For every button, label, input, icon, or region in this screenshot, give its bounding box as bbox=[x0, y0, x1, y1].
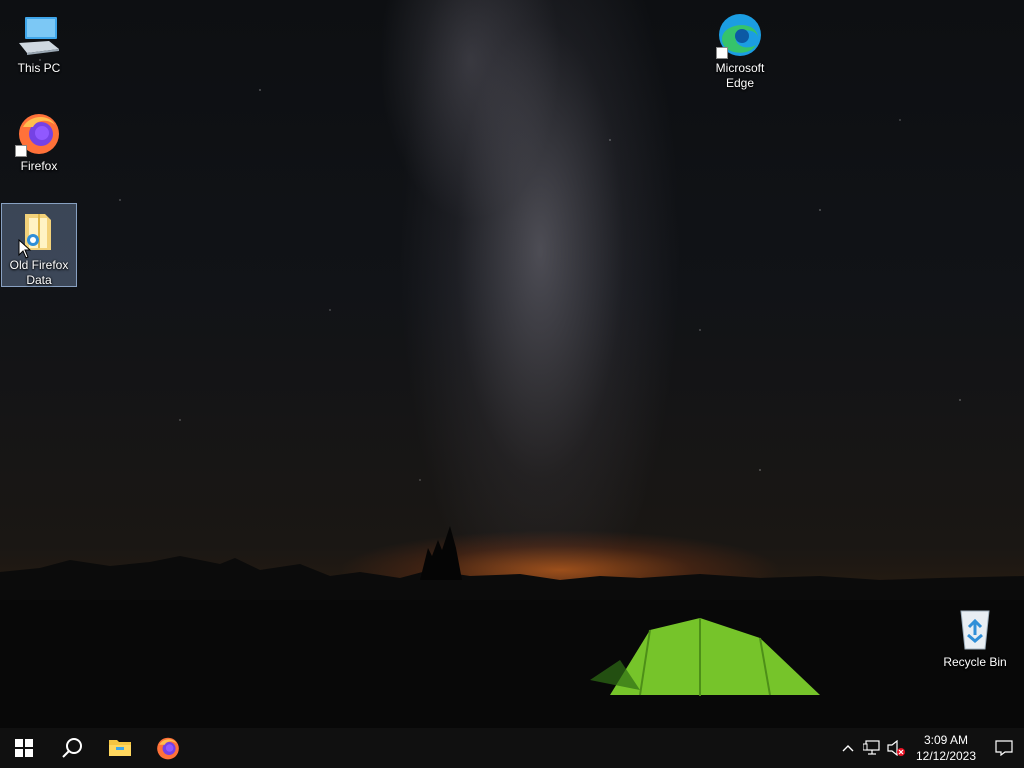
night-sky bbox=[0, 0, 1024, 560]
taskbar-file-explorer[interactable] bbox=[96, 728, 144, 768]
show-hidden-icons-button[interactable] bbox=[836, 728, 860, 768]
chevron-up-icon bbox=[842, 745, 854, 752]
network-icon bbox=[863, 740, 880, 755]
landscape-silhouette bbox=[0, 526, 1024, 728]
clock[interactable]: 3:09 AM 12/12/2023 bbox=[908, 732, 984, 764]
desktop-icon-label: Recycle Bin bbox=[943, 655, 1007, 669]
taskbar-firefox[interactable] bbox=[144, 728, 192, 768]
action-center-button[interactable] bbox=[984, 728, 1024, 768]
desktop-icon-recycle-bin[interactable]: Recycle Bin bbox=[937, 600, 1013, 671]
volume-muted-icon bbox=[887, 740, 905, 756]
edge-icon bbox=[716, 11, 764, 59]
network-button[interactable] bbox=[860, 728, 884, 768]
action-center-icon bbox=[995, 740, 1013, 756]
shortcut-arrow-icon bbox=[716, 47, 728, 59]
this-pc-icon bbox=[15, 11, 63, 59]
desktop-icon-firefox[interactable]: Firefox bbox=[1, 104, 77, 175]
windows-start-icon bbox=[15, 739, 33, 757]
recycle-bin-icon bbox=[951, 605, 999, 653]
search-button[interactable] bbox=[48, 728, 96, 768]
desktop-icon-label: Firefox bbox=[20, 159, 58, 173]
taskbar: 3:09 AM 12/12/2023 bbox=[0, 728, 1024, 768]
system-tray: 3:09 AM 12/12/2023 bbox=[836, 728, 1024, 768]
start-button[interactable] bbox=[0, 728, 48, 768]
mouse-cursor-icon bbox=[18, 239, 32, 259]
desktop-icon-microsoft-edge[interactable]: Microsoft Edge bbox=[702, 6, 778, 92]
clock-date: 12/12/2023 bbox=[915, 749, 977, 763]
firefox-icon bbox=[15, 109, 63, 157]
desktop-icon-this-pc[interactable]: This PC bbox=[1, 6, 77, 77]
file-explorer-icon bbox=[109, 740, 131, 756]
desktop-wallpaper[interactable]: This PC Firefox Old Firefox Data Microso… bbox=[0, 0, 1024, 728]
desktop-icon-old-firefox-data[interactable]: Old Firefox Data bbox=[1, 203, 77, 287]
desktop-icon-label: This PC bbox=[17, 61, 61, 75]
desktop-icon-label: Old Firefox Data bbox=[9, 258, 69, 287]
volume-button[interactable] bbox=[884, 728, 908, 768]
desktop-icon-label: Microsoft Edge bbox=[715, 61, 765, 90]
search-icon bbox=[62, 738, 82, 758]
shortcut-arrow-icon bbox=[15, 145, 27, 157]
firefox-icon bbox=[157, 737, 179, 760]
clock-time: 3:09 AM bbox=[923, 733, 969, 747]
